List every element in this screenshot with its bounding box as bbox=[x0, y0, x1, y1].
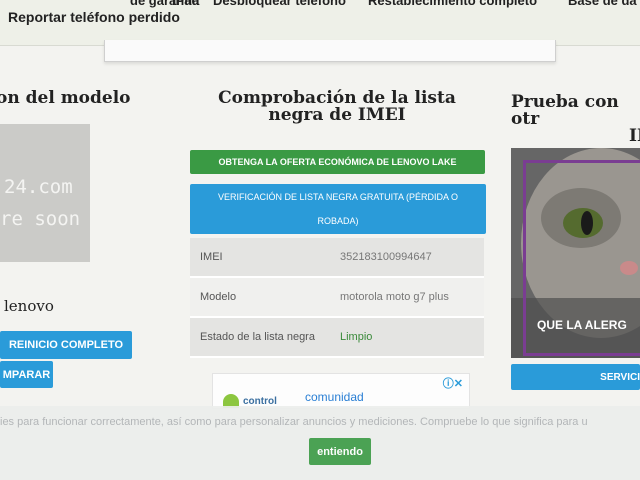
placeholder-text-1: 24.com bbox=[4, 176, 73, 198]
ad-text[interactable]: comunidad bbox=[305, 390, 364, 404]
row-label: IMEI bbox=[200, 251, 223, 263]
model-image-placeholder: 24.com re soon bbox=[0, 124, 90, 262]
menu-item-database[interactable]: Base de da bbox=[568, 0, 637, 8]
image-caption: QUE LA ALERG bbox=[537, 318, 627, 332]
blacklist-check-button[interactable]: VERIFICACIÓN DE LISTA NEGRA GRATUITA (PÉ… bbox=[190, 184, 486, 234]
menu-item-hard-reset[interactable]: Restablecimiento completo bbox=[368, 0, 537, 8]
imei-result-table: IMEI 352183100994647 Modelo motorola mot… bbox=[190, 238, 484, 358]
center-title-line2: negra de IMEI bbox=[268, 105, 406, 125]
row-label: Estado de la lista negra bbox=[200, 331, 315, 343]
center-column-title: Comprobación de la lista negra de IMEI bbox=[190, 90, 484, 124]
right-title-line2: IN bbox=[629, 126, 640, 146]
right-title-line1: Prueba con otr bbox=[511, 92, 619, 129]
row-label: Modelo bbox=[200, 291, 237, 303]
top-content-box bbox=[104, 40, 556, 62]
brand-name: lenovo bbox=[4, 297, 54, 315]
blacklist-status-value: Limpio bbox=[340, 331, 373, 343]
cookie-text: ies para funcionar correctamente, así co… bbox=[0, 416, 588, 428]
service-button[interactable]: SERVICI bbox=[511, 364, 640, 390]
menu-item-ipad[interactable]: iPad bbox=[172, 0, 199, 8]
hard-reset-button[interactable]: REINICIO COMPLETO bbox=[0, 331, 132, 359]
table-row: IMEI 352183100994647 bbox=[190, 238, 484, 278]
table-row: Modelo motorola moto g7 plus bbox=[190, 278, 484, 318]
promo-image[interactable]: QUE LA ALERG bbox=[511, 148, 640, 358]
model-value: motorola moto g7 plus bbox=[340, 291, 449, 303]
lenovo-offer-button[interactable]: OBTENGA LA OFERTA ECONÓMICA DE LENOVO LA… bbox=[190, 150, 485, 174]
right-column-title: Prueba con otr IN bbox=[511, 94, 640, 145]
menu-item-unlock[interactable]: Desbloquear teléfono bbox=[213, 0, 346, 8]
blacklist-button-line1: VERIFICACIÓN DE LISTA NEGRA GRATUITA (PÉ… bbox=[217, 192, 459, 202]
table-row: Estado de la lista negra Limpio bbox=[190, 318, 484, 358]
left-column-title: on del modelo bbox=[0, 88, 131, 108]
imei-value: 352183100994647 bbox=[340, 251, 432, 263]
cookie-accept-button[interactable]: entiendo bbox=[309, 438, 371, 465]
placeholder-text-2: re soon bbox=[0, 208, 81, 230]
menu-item-report-lost[interactable]: Reportar teléfono perdido bbox=[8, 9, 180, 25]
compare-button[interactable]: MPARAR bbox=[0, 361, 53, 388]
ad-close-icon[interactable]: ⓘ✕ bbox=[443, 375, 463, 391]
advertisement[interactable]: control comunidad ⓘ✕ bbox=[212, 373, 470, 409]
cookie-banner: ies para funcionar correctamente, así co… bbox=[0, 406, 640, 480]
blacklist-button-line2: ROBADA) bbox=[317, 216, 359, 226]
